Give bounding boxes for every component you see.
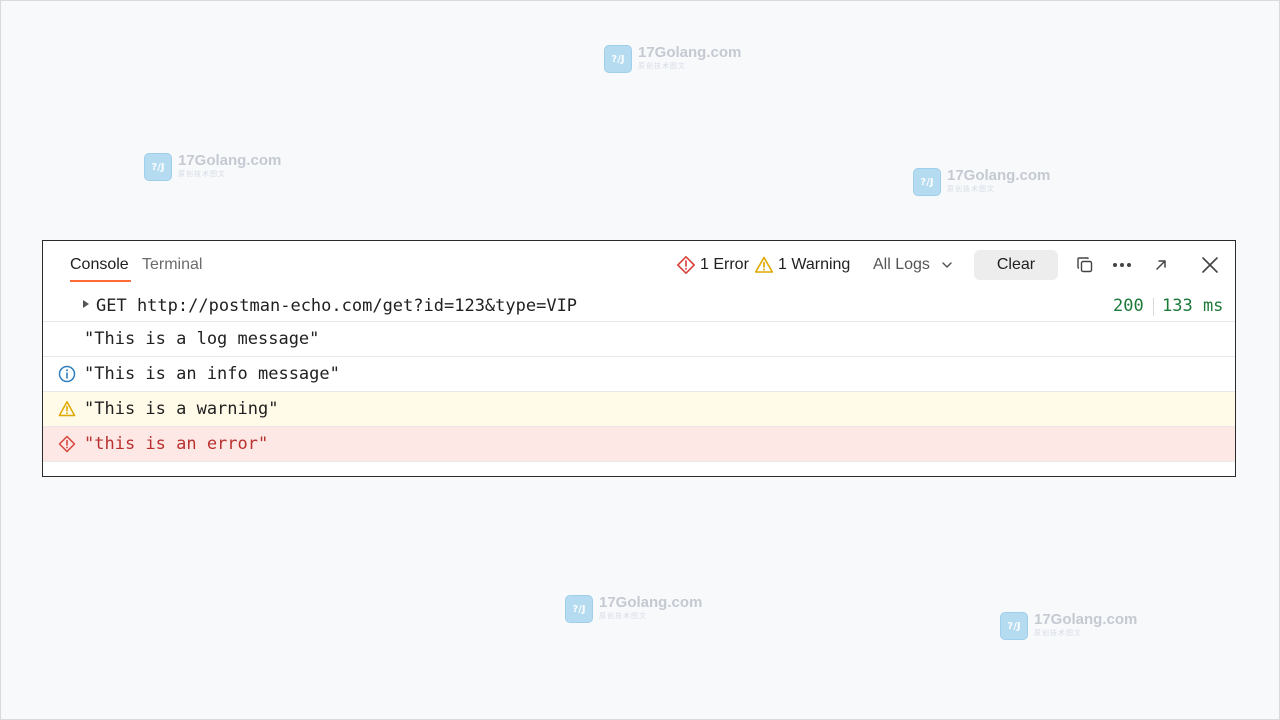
copy-icon (1077, 257, 1093, 273)
close-button[interactable] (1198, 253, 1222, 277)
log-message: "This is a log message" (84, 329, 320, 349)
warning-icon (58, 401, 76, 417)
warning-row: "This is a warning" (43, 391, 1235, 426)
rows-bottom-divider (43, 461, 1235, 462)
chevron-down-icon (942, 262, 952, 268)
more-horizontal-icon (1113, 263, 1131, 267)
log-level-dropdown[interactable]: All Logs (873, 253, 956, 277)
close-icon (1202, 257, 1218, 273)
error-icon (677, 256, 695, 274)
more-options-button[interactable] (1110, 253, 1134, 277)
active-tab-indicator (70, 280, 131, 282)
console-toolbar: Console Terminal 1 Error 1 Warning All L… (43, 241, 1235, 289)
info-icon (58, 365, 76, 383)
response-time: 133 ms (1162, 296, 1224, 316)
expand-caret-icon[interactable] (83, 300, 89, 308)
log-level-label: All Logs (873, 256, 930, 273)
console-panel: Console Terminal 1 Error 1 Warning All L… (42, 240, 1236, 477)
info-message: "This is an info message" (84, 364, 340, 384)
request-row[interactable]: GET http://postman-echo.com/get?id=123&t… (43, 291, 1235, 321)
info-row: "This is an info message" (43, 356, 1235, 391)
warning-icon (754, 256, 774, 273)
warning-count-filter[interactable]: 1 Warning (754, 253, 850, 277)
warning-message: "This is a warning" (84, 399, 279, 419)
tab-terminal[interactable]: Terminal (142, 256, 202, 274)
error-message: "this is an error" (84, 434, 269, 454)
error-icon (58, 435, 76, 453)
popout-button[interactable] (1149, 253, 1173, 277)
response-status: 200 (1113, 296, 1144, 316)
copy-button[interactable] (1073, 253, 1097, 277)
error-count-filter[interactable]: 1 Error (676, 253, 749, 277)
warning-count-label: 1 Warning (778, 256, 851, 273)
request-line: GET http://postman-echo.com/get?id=123&t… (96, 296, 578, 316)
error-row: "this is an error" (43, 426, 1235, 461)
status-divider (1153, 298, 1154, 316)
error-count-label: 1 Error (700, 256, 749, 273)
clear-button[interactable]: Clear (974, 250, 1058, 280)
log-row: "This is a log message" (43, 321, 1235, 356)
arrow-up-right-icon (1156, 260, 1166, 270)
tab-console[interactable]: Console (70, 256, 129, 274)
